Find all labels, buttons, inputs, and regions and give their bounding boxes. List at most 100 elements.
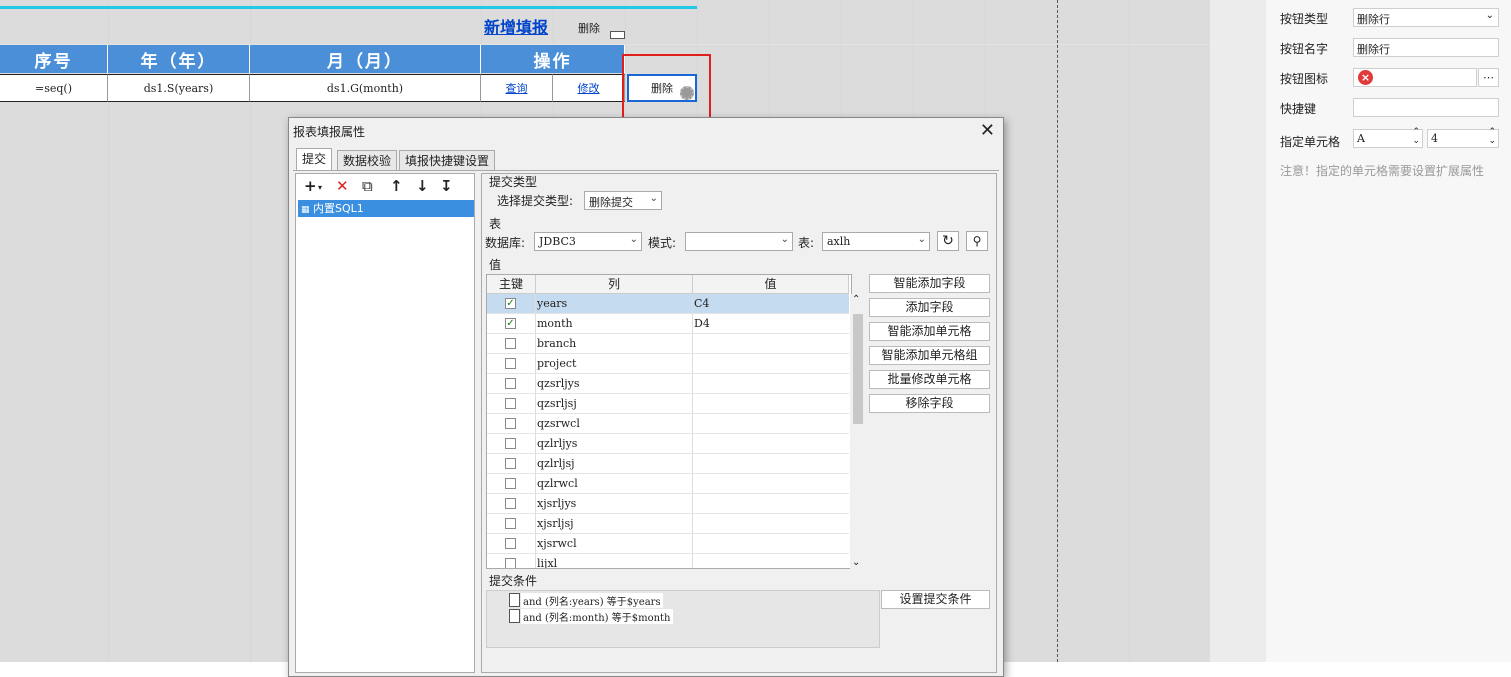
cell-label: 指定单元格 <box>1280 135 1341 149</box>
grid-separator <box>535 554 536 568</box>
db-select[interactable]: JDBC3 ⌄ <box>534 232 642 251</box>
table-row[interactable]: xjsrwcl <box>487 534 849 554</box>
table-row[interactable]: ✓ month D4 <box>487 314 849 334</box>
field-value[interactable]: C4 <box>694 297 709 310</box>
grid-header-column: 列 <box>536 275 693 294</box>
primary-key-checkbox[interactable] <box>505 538 516 549</box>
scroll-up-icon[interactable]: ⌃ <box>852 294 860 305</box>
chevron-down-icon: ⌄ <box>649 193 658 204</box>
primary-key-checkbox[interactable]: ✓ <box>505 318 516 329</box>
query-link[interactable]: 查询 <box>481 74 553 102</box>
close-icon[interactable]: ✕ <box>980 120 995 141</box>
copy-icon[interactable]: ⧉ <box>362 177 373 195</box>
table-row[interactable]: project <box>487 354 849 374</box>
grid-separator <box>692 474 693 493</box>
tab-submit[interactable]: 提交 <box>296 148 333 170</box>
primary-key-checkbox[interactable] <box>505 478 516 489</box>
primary-key-checkbox[interactable] <box>505 378 516 389</box>
set-condition-button[interactable]: 设置提交条件 <box>881 590 990 609</box>
table-row[interactable]: lijxl <box>487 554 849 568</box>
button-icon-field[interactable]: × <box>1353 68 1477 87</box>
button-name-input[interactable]: 删除行 <box>1353 38 1499 57</box>
primary-key-checkbox[interactable] <box>505 358 516 369</box>
move-down-icon[interactable]: ↓ <box>416 177 429 195</box>
field-column: qzsrljsj <box>537 397 577 410</box>
cell-years[interactable]: ds1.S(years) <box>108 74 250 102</box>
fill-properties-dialog: 报表填报属性 ✕ 提交 数据校验 填报快捷键设置 + ▾ ✕ ⧉ ↑ ↓ ↧ ▦… <box>288 117 1004 677</box>
grid-header-key: 主键 <box>487 275 536 294</box>
tree-item-sql[interactable]: ▦ 内置SQL1 <box>298 200 474 217</box>
tab-shortcut-settings[interactable]: 填报快捷键设置 <box>399 150 496 170</box>
table-value: axlh <box>827 235 851 248</box>
field-column: project <box>537 357 577 370</box>
add-field-button[interactable]: 添加字段 <box>869 298 990 317</box>
table-row[interactable]: xjsrljys <box>487 494 849 514</box>
add-icon[interactable]: + <box>304 177 317 195</box>
edit-link[interactable]: 修改 <box>553 74 625 102</box>
primary-key-checkbox[interactable] <box>505 438 516 449</box>
smart-add-cell-button[interactable]: 智能添加单元格 <box>869 322 990 341</box>
table-row[interactable]: qzsrwcl <box>487 414 849 434</box>
table-row[interactable]: ✓ years C4 <box>487 294 849 314</box>
primary-key-checkbox[interactable] <box>505 338 516 349</box>
grid-separator <box>692 534 693 553</box>
preview-icon[interactable]: ⚲ <box>966 231 988 251</box>
primary-key-checkbox[interactable] <box>505 398 516 409</box>
cell-note: 注意！指定的单元格需要设置扩展属性 <box>1280 164 1485 178</box>
move-up-icon[interactable]: ↑ <box>390 177 403 195</box>
button-type-select[interactable]: 删除行 ⌄ <box>1353 8 1499 27</box>
primary-key-checkbox[interactable] <box>505 558 516 568</box>
table-row[interactable]: qzlrwcl <box>487 474 849 494</box>
field-value[interactable]: D4 <box>694 317 710 330</box>
shortcut-label: 快捷键 <box>1280 102 1317 116</box>
primary-key-checkbox[interactable] <box>505 498 516 509</box>
table-row[interactable]: qzlrljsj <box>487 454 849 474</box>
table-row[interactable]: qzlrljys <box>487 434 849 454</box>
scroll-thumb[interactable] <box>853 314 863 424</box>
schema-select[interactable]: ⌄ <box>685 232 793 251</box>
grid-scrollbar[interactable]: ⌃ ⌄ <box>850 294 866 570</box>
table-row[interactable]: branch <box>487 334 849 354</box>
ellipsis-icon[interactable]: ⋯ <box>1478 68 1499 87</box>
cell-row-value: 4 <box>1431 132 1438 145</box>
cell-row-stepper[interactable]: 4 ⌃ ⌄ <box>1427 128 1499 148</box>
field-column: qzsrwcl <box>537 417 580 430</box>
tab-divider <box>293 170 999 171</box>
field-column: qzlrljsj <box>537 457 575 470</box>
delete-x-icon: × <box>1358 70 1373 85</box>
table-row[interactable]: qzsrljsj <box>487 394 849 414</box>
db-label: 数据库: <box>485 236 526 250</box>
primary-key-checkbox[interactable] <box>505 418 516 429</box>
primary-key-checkbox[interactable] <box>505 518 516 529</box>
table-select[interactable]: axlh ⌄ <box>822 232 930 251</box>
highlight-box <box>622 54 711 125</box>
smart-add-field-button[interactable]: 智能添加字段 <box>869 274 990 293</box>
scroll-down-icon[interactable]: ⌄ <box>852 557 860 568</box>
primary-key-checkbox[interactable]: ✓ <box>505 298 516 309</box>
delete-icon[interactable]: ✕ <box>336 177 349 195</box>
table-row[interactable]: qzsrljys <box>487 374 849 394</box>
new-fill-link[interactable]: 新增填报 <box>484 14 548 38</box>
cell-month[interactable]: ds1.G(month) <box>250 74 481 102</box>
move-bottom-icon[interactable]: ↧ <box>440 177 453 195</box>
primary-key-checkbox[interactable] <box>505 458 516 469</box>
mini-button-widget[interactable] <box>610 31 625 39</box>
shortcut-input[interactable] <box>1353 98 1499 117</box>
add-dropdown-icon[interactable]: ▾ <box>318 183 322 192</box>
document-icon <box>509 593 520 607</box>
grid-separator <box>692 334 693 353</box>
tab-data-validation[interactable]: 数据校验 <box>337 150 398 170</box>
header-operation: 操作 <box>481 45 625 73</box>
remove-field-button[interactable]: 移除字段 <box>869 394 990 413</box>
smart-add-cell-group-button[interactable]: 智能添加单元格组 <box>869 346 990 365</box>
table-row[interactable]: xjsrljsj <box>487 514 849 534</box>
grid-line <box>1129 0 1130 662</box>
submit-type-select[interactable]: 删除提交 ⌄ <box>584 191 662 210</box>
condition-item[interactable]: and (列名:years) 等于$years <box>521 593 663 608</box>
condition-item[interactable]: and (列名:month) 等于$month <box>521 609 673 624</box>
refresh-icon[interactable]: ↻ <box>937 231 959 251</box>
cell-seq[interactable]: =seq() <box>0 74 108 102</box>
batch-edit-cell-button[interactable]: 批量修改单元格 <box>869 370 990 389</box>
cell-col-stepper[interactable]: A ⌃ ⌄ <box>1353 128 1423 148</box>
grid-separator <box>535 334 536 353</box>
